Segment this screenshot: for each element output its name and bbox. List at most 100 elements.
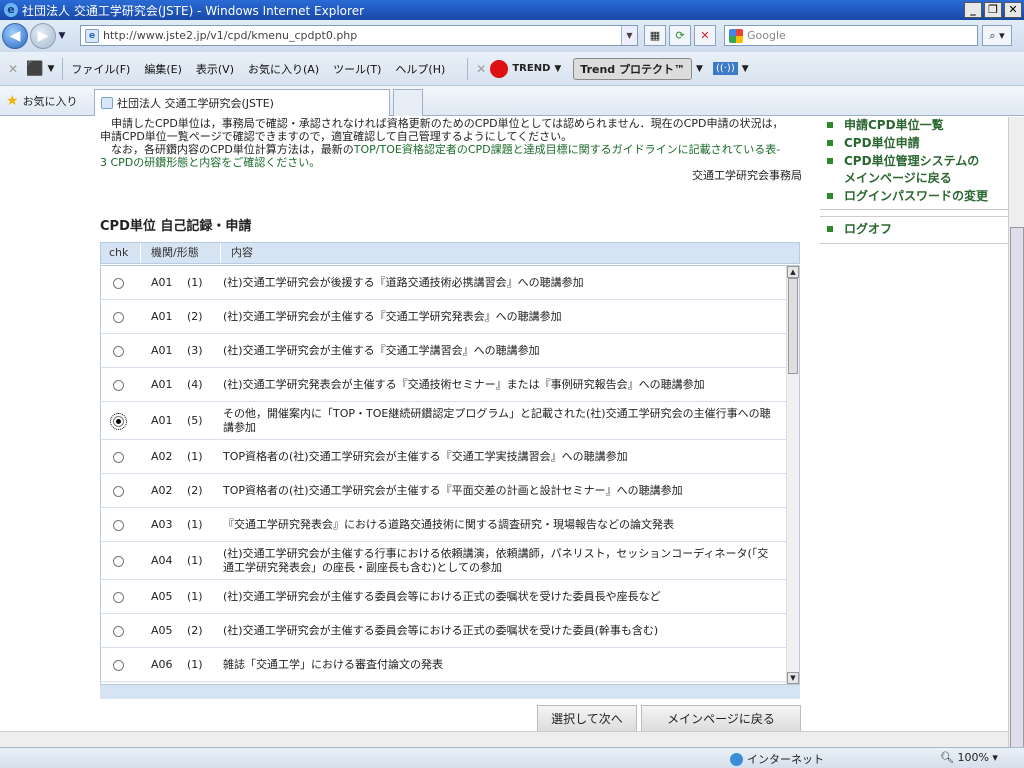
table-scrollbar[interactable]: ▲ ▼: [786, 266, 799, 684]
stop-icon[interactable]: ✕: [694, 25, 716, 46]
row-radio[interactable]: [113, 519, 124, 531]
horizontal-scrollbar[interactable]: [0, 731, 1008, 747]
table-row[interactable]: A05 (1) (社)交通工学研究会が主催する委員会等における正式の委嘱状を受けた委…: [101, 580, 787, 614]
maximize-button[interactable]: ❐: [984, 2, 1002, 18]
window-controls: _ ❐ ✕: [964, 2, 1022, 18]
browser-window: e 社団法人 交通工学研究会(JSTE) - Windows Internet …: [0, 0, 1024, 768]
row-code: A01: [151, 275, 173, 289]
recent-pages-dropdown[interactable]: ▼: [56, 31, 68, 41]
favorites-label[interactable]: お気に入り: [23, 93, 78, 109]
row-radio[interactable]: [113, 379, 124, 391]
page-scrollbar[interactable]: [1008, 117, 1024, 767]
row-num: (5): [187, 413, 203, 427]
new-tab-button[interactable]: [393, 89, 423, 116]
table-row[interactable]: A03 (1) 『交通工学研究発表会』における道路交通技術に関する調査研究・現場報告…: [101, 508, 787, 542]
nav-cpd-apply[interactable]: CPD単位申請: [820, 135, 1008, 152]
wifi-icon[interactable]: ((·)): [712, 62, 738, 75]
close-trend-icon[interactable]: ✕: [476, 62, 486, 76]
row-radio[interactable]: [113, 451, 124, 463]
favorites-star-icon[interactable]: ★: [6, 93, 19, 109]
row-desc: TOP資格者の(社)交通工学研究会が主催する『平面交差の計画と設計セミナー』への…: [223, 483, 683, 497]
protect-dropdown-icon[interactable]: ▼: [696, 64, 703, 74]
row-desc: (社)交通工学研究会が主催する委員会等における正式の委嘱状を受けた委員長や座長な…: [223, 589, 661, 603]
title-bar: e 社団法人 交通工学研究会(JSTE) - Windows Internet …: [0, 0, 1024, 20]
refresh-icon[interactable]: ⟳: [669, 25, 691, 46]
row-radio[interactable]: [110, 412, 127, 430]
nav-back-main[interactable]: CPD単位管理システムの メインページに戻る: [820, 153, 1008, 187]
nav-logoff[interactable]: ログオフ: [820, 221, 1008, 238]
row-code: A02: [151, 449, 173, 463]
tab-current[interactable]: 社団法人 交通工学研究会(JSTE): [94, 89, 390, 116]
table-row[interactable]: A01 (4) (社)交通工学研究発表会が主催する『交通技術セミナー』または『事例研…: [101, 368, 787, 402]
close-button[interactable]: ✕: [1004, 2, 1022, 18]
row-radio[interactable]: [113, 277, 124, 289]
table-row[interactable]: A02 (2) TOP資格者の(社)交通工学研究会が主催する『平面交差の計画と設計セ…: [101, 474, 787, 508]
wifi-dropdown-icon[interactable]: ▼: [742, 64, 749, 74]
row-num: (2): [187, 309, 203, 323]
address-bar[interactable]: e http://www.jste2.jp/v1/cpd/kmenu_cpdpt…: [80, 25, 638, 46]
menu-file[interactable]: ファイル(F): [71, 61, 130, 77]
row-radio[interactable]: [113, 591, 124, 603]
row-radio[interactable]: [113, 485, 124, 497]
row-desc: (社)交通工学研究会が主催する『交通工学講習会』への聴講参加: [223, 343, 540, 357]
google-icon: [729, 28, 743, 43]
forward-button[interactable]: ▶: [30, 23, 56, 49]
row-radio[interactable]: [113, 555, 124, 567]
close-toolbar-icon[interactable]: ✕: [8, 62, 18, 76]
table-row[interactable]: A05 (2) (社)交通工学研究会が主催する委員会等における正式の委嘱状を受けた委…: [101, 614, 787, 648]
menu-favorites[interactable]: お気に入り(A): [248, 61, 319, 77]
separator: [62, 57, 64, 80]
table-row[interactable]: A06 (1) 雑誌「交通工学」における審査付論文の発表: [101, 648, 787, 682]
scroll-down-icon[interactable]: ▼: [787, 672, 799, 684]
ie-logo-icon: e: [4, 3, 18, 17]
trend-dropdown-icon[interactable]: ▼: [554, 64, 561, 74]
row-num: (1): [187, 517, 203, 531]
compatibility-view-icon[interactable]: ▦: [644, 25, 666, 46]
table-row[interactable]: A04 (1) (社)交通工学研究会が主催する行事における依頼講演，依頼講師，パネリ…: [101, 542, 787, 580]
address-url[interactable]: http://www.jste2.jp/v1/cpd/kmenu_cpdpt0.…: [103, 29, 357, 42]
nav-change-password[interactable]: ログインパスワードの変更: [820, 188, 1008, 205]
page-scroll-thumb[interactable]: [1010, 227, 1024, 767]
cpd-table[interactable]: A01 (1) (社)交通工学研究会が後援する『道路交通技術必携講習会』への聴講参加…: [100, 265, 800, 685]
row-code: A02: [151, 483, 173, 497]
nav-divider: [820, 209, 1008, 210]
nav-cpd-list[interactable]: 申請CPD単位一覧: [820, 117, 1008, 134]
row-radio[interactable]: [113, 625, 124, 637]
table-row[interactable]: A01 (2) (社)交通工学研究会が主催する『交通工学研究発表会』への聴講参加: [101, 300, 787, 334]
scroll-up-icon[interactable]: ▲: [787, 266, 799, 278]
table-row[interactable]: A01 (3) (社)交通工学研究会が主催する『交通工学講習会』への聴講参加: [101, 334, 787, 368]
pdf-icon[interactable]: ⬛: [26, 61, 43, 77]
search-button-icon[interactable]: ⌕ ▾: [982, 25, 1012, 46]
pdf-dropdown-icon[interactable]: ▼: [48, 64, 55, 74]
page-icon: e: [85, 28, 99, 43]
guideline-link[interactable]: TOP/TOE資格認定者のCPD課題と達成目標に関するガイドラインに記載されてい…: [354, 143, 780, 156]
row-radio[interactable]: [113, 311, 124, 323]
menu-edit[interactable]: 編集(E): [144, 61, 182, 77]
menu-help[interactable]: ヘルプ(H): [395, 61, 445, 77]
separator: [467, 57, 469, 80]
back-button[interactable]: ◀: [2, 23, 28, 49]
address-dropdown-icon[interactable]: ▼: [621, 26, 637, 45]
row-code: A01: [151, 413, 173, 427]
row-code: A03: [151, 517, 173, 531]
zoom-level[interactable]: 🔍︎ 100% ▾: [940, 751, 998, 764]
search-box[interactable]: Google: [724, 25, 978, 46]
trend-protect-button[interactable]: Trend プロテクト™: [573, 57, 693, 80]
table-footer: [100, 685, 800, 699]
security-zone[interactable]: インターネット: [730, 751, 824, 767]
row-code: A04: [151, 553, 173, 567]
row-radio[interactable]: [113, 659, 124, 671]
row-radio[interactable]: [113, 345, 124, 357]
scroll-thumb[interactable]: [788, 278, 798, 374]
table-row[interactable]: A01 (1) (社)交通工学研究会が後援する『道路交通技術必携講習会』への聴講参加: [101, 266, 787, 300]
back-to-main-button[interactable]: メインページに戻る: [641, 705, 801, 733]
row-num: (1): [187, 275, 203, 289]
menu-view[interactable]: 表示(V): [196, 61, 234, 77]
row-desc: TOP資格者の(社)交通工学研究会が主催する『交通工学実技講習会』への聴講参加: [223, 449, 628, 463]
table-row[interactable]: A01 (5) その他，開催案内に「TOP・TOE継続研鑽認定プログラム」と記載され…: [101, 402, 787, 440]
table-row[interactable]: A02 (1) TOP資格者の(社)交通工学研究会が主催する『交通工学実技講習会』へ…: [101, 440, 787, 474]
menu-tools[interactable]: ツール(T): [333, 61, 381, 77]
row-desc: その他，開催案内に「TOP・TOE継続研鑽認定プログラム」と記載された(社)交通…: [223, 406, 771, 434]
minimize-button[interactable]: _: [964, 2, 982, 18]
next-button[interactable]: 選択して次へ: [537, 705, 637, 733]
